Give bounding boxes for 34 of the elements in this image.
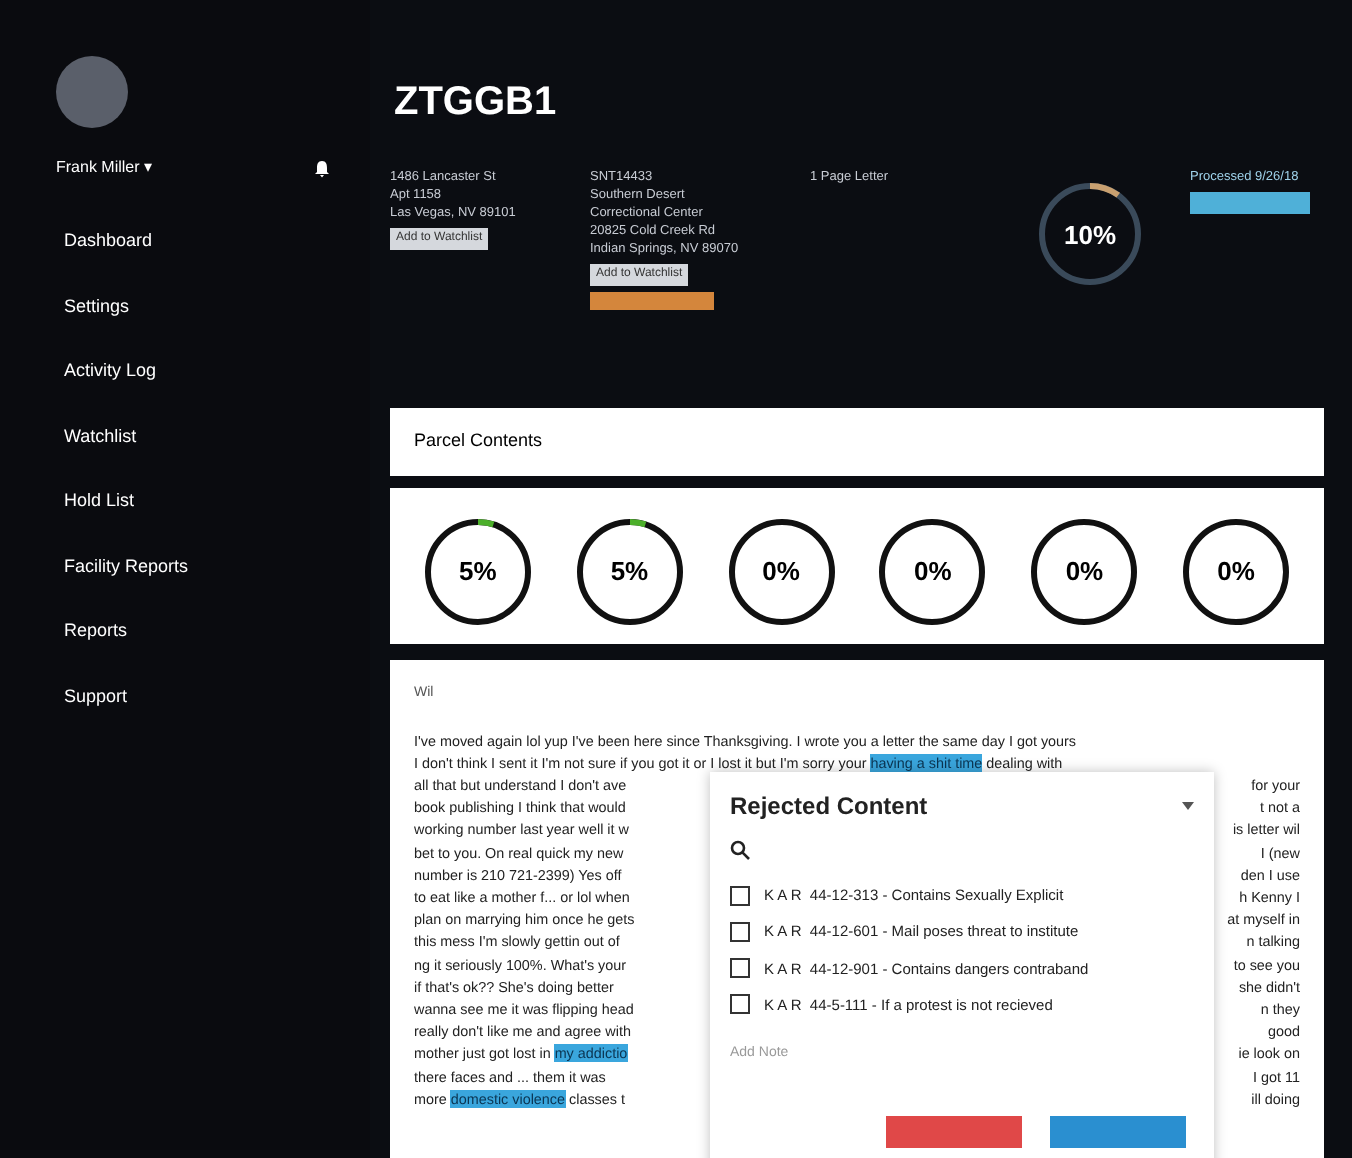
percent-text: 0% — [762, 554, 800, 591]
sidebar-item[interactable]: Reports — [64, 618, 330, 645]
checkbox[interactable] — [730, 958, 750, 979]
dialog-title: Rejected Content — [730, 790, 928, 824]
sidebar-item[interactable]: Dashboard — [64, 228, 330, 255]
percent-text: 5% — [610, 554, 649, 591]
sidebar-item[interactable]: Watchlist — [64, 423, 330, 450]
checkbox[interactable] — [730, 885, 750, 906]
progress-ring — [1036, 180, 1144, 288]
sidebar-item[interactable]: Facility Reports — [64, 553, 330, 580]
user-menu[interactable]: Frank Miller ▾ — [56, 156, 153, 180]
progress-ring — [1028, 516, 1141, 628]
checkbox[interactable] — [730, 921, 750, 942]
percent-text: 0% — [1065, 554, 1104, 591]
section-title: Parcel Contents — [414, 428, 543, 455]
percent-text: 0% — [1217, 554, 1255, 591]
chevron-icon[interactable] — [1182, 802, 1194, 810]
sidebar-item[interactable]: Activity Log — [64, 358, 330, 385]
sidebar-item[interactable]: Hold List — [64, 488, 330, 515]
avatar — [56, 56, 128, 128]
sidebar-item[interactable]: Settings — [64, 293, 330, 320]
progress-ring — [876, 516, 989, 628]
bell-icon[interactable] — [314, 159, 330, 177]
progress-ring — [725, 516, 838, 628]
percent-text: 5% — [459, 554, 497, 591]
sidebar-item[interactable]: Support — [64, 683, 330, 710]
page-title: ZTGGB1 — [394, 78, 559, 128]
progress-ring — [1180, 516, 1293, 628]
progress-ring — [573, 516, 686, 628]
percent-text: 10% — [1063, 225, 1117, 243]
percent-text: 0% — [913, 554, 952, 591]
search-icon — [730, 840, 750, 860]
checkbox[interactable] — [730, 994, 750, 1015]
progress-ring — [421, 516, 534, 628]
